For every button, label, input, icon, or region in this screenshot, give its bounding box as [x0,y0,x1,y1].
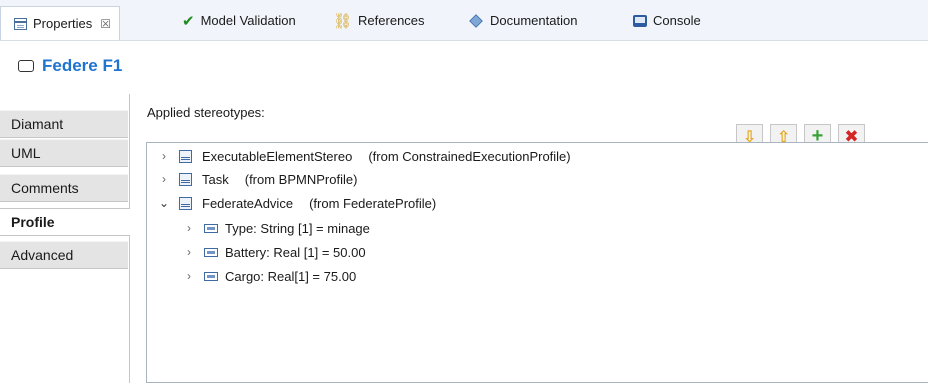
stereotype-profile: (from ConstrainedExecutionProfile) [368,148,571,164]
tab-model-validation[interactable]: ✔ Model Validation [182,6,296,35]
property-text: Type: String [1] = minage [225,220,370,236]
documentation-icon [469,13,483,28]
stereotype-tree[interactable]: › ExecutableElementStereo (from Constrai… [146,142,928,383]
tab-documentation[interactable]: Documentation [469,6,578,35]
stereotype-icon [179,196,192,210]
applied-stereotypes-label: Applied stereotypes: [147,105,265,120]
tab-references-label: References [358,13,425,28]
close-icon[interactable]: ☒ [100,17,111,31]
tab-documentation-label: Documentation [490,13,578,28]
property-text: Battery: Real [1] = 50.00 [225,244,366,260]
tree-item-stereotype[interactable]: ⌄ FederateAdvice (from FederateProfile) [157,191,436,215]
tab-properties-label: Properties [33,16,93,31]
chevron-right-icon[interactable]: › [182,245,196,259]
console-icon [633,14,647,27]
category-tab-comments[interactable]: Comments [0,174,128,202]
tab-properties[interactable]: Properties ☒ [0,6,121,40]
property-category-tabs: Diamant UML Comments Profile Advanced [0,94,130,383]
chevron-right-icon[interactable]: › [182,221,196,235]
category-tab-advanced[interactable]: Advanced [0,241,128,269]
page-title: Federe F1 [42,56,123,75]
view-tab-bar: Properties ☒ ✔ Model Validation ⛓ Refere… [0,0,928,41]
tree-item-property[interactable]: › Cargo: Real[1] = 75.00 [182,264,356,288]
stereotype-icon [179,149,192,163]
category-tab-diamant[interactable]: Diamant [0,110,128,138]
property-icon [204,223,218,233]
chevron-right-icon[interactable]: › [157,149,171,163]
element-icon [18,60,34,72]
tree-item-stereotype[interactable]: › ExecutableElementStereo (from Constrai… [157,144,571,168]
stereotype-profile: (from FederateProfile) [309,195,437,211]
properties-header: Federe F1 [0,41,928,91]
category-tab-uml[interactable]: UML [0,139,128,167]
chevron-right-icon[interactable]: › [182,269,196,283]
tab-model-validation-label: Model Validation [200,13,296,28]
properties-icon [14,17,27,30]
references-icon: ⛓ [333,12,353,30]
property-text: Cargo: Real[1] = 75.00 [225,268,357,284]
profile-panel: Applied stereotypes: ⇩ ⇧ + ✖ › Executabl… [130,94,928,383]
checkmark-icon: ✔ [182,12,195,30]
tree-item-stereotype[interactable]: › Task (from BPMNProfile) [157,167,357,191]
chevron-right-icon[interactable]: › [157,172,171,186]
tab-console[interactable]: Console [633,6,701,35]
property-icon [204,271,218,281]
tree-item-property[interactable]: › Battery: Real [1] = 50.00 [182,240,366,264]
tree-item-property[interactable]: › Type: String [1] = minage [182,216,370,240]
stereotype-name: Task [202,171,229,187]
stereotype-name: ExecutableElementStereo [202,148,353,164]
property-icon [204,247,218,257]
tab-references[interactable]: ⛓ References [333,6,425,35]
category-tab-profile[interactable]: Profile [0,208,130,236]
tab-console-label: Console [653,13,701,28]
chevron-down-icon[interactable]: ⌄ [157,196,171,210]
stereotype-name: FederateAdvice [202,195,294,211]
stereotype-icon [179,172,192,186]
stereotype-profile: (from BPMNProfile) [244,171,358,187]
